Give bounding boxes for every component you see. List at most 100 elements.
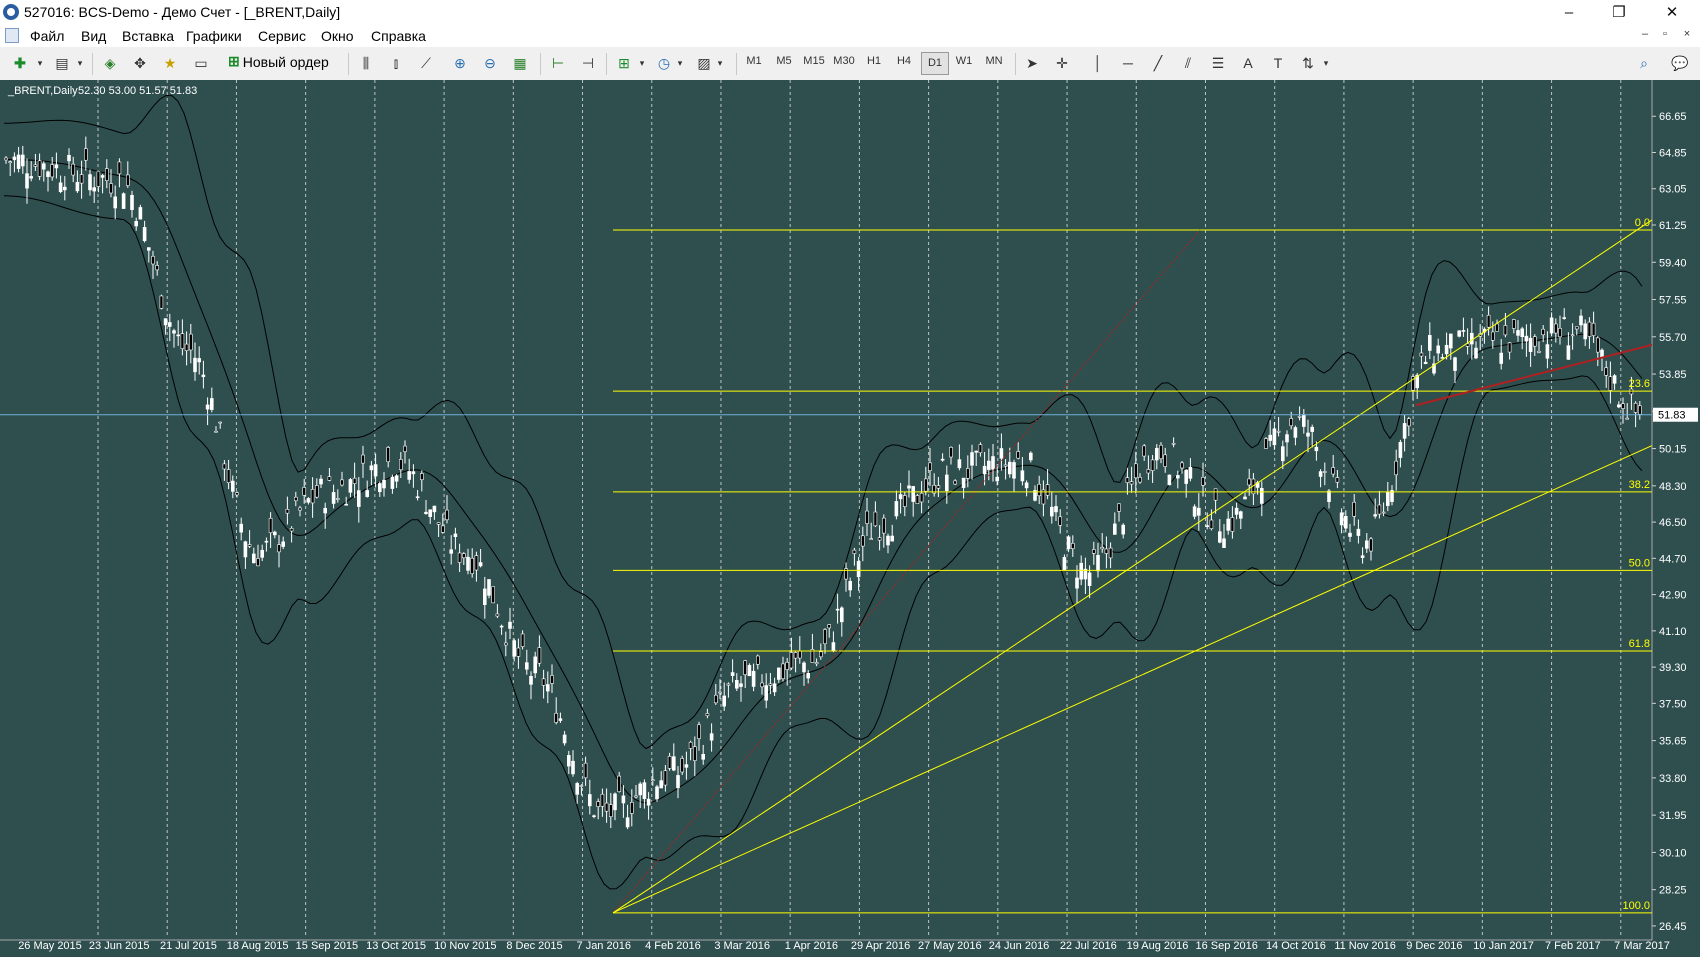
equidistant-channel-icon[interactable]: ⫽	[1176, 52, 1200, 74]
candle-body	[226, 469, 231, 483]
fibonacci-icon[interactable]: ☰	[1206, 52, 1230, 74]
candle-body	[71, 163, 75, 176]
menu-help[interactable]: Справка	[371, 28, 426, 44]
dropdown-arrow-icon[interactable]: ▾	[708, 52, 732, 74]
timeframe-d1[interactable]: D1	[921, 52, 949, 75]
timeframe-h1[interactable]: H1	[861, 55, 887, 67]
mdi-restore-button[interactable]: ▫	[1656, 28, 1674, 40]
menu-window[interactable]: Окно	[321, 28, 354, 44]
candle-body	[508, 621, 512, 629]
zoom-in-icon[interactable]: ⊕	[448, 52, 472, 74]
menu-view[interactable]: Вид	[81, 28, 106, 44]
candle-body	[1239, 511, 1243, 519]
chart-window-icon[interactable]	[5, 28, 19, 43]
candle-body	[403, 445, 407, 452]
timeframe-m15[interactable]: M15	[801, 55, 827, 67]
zoom-out-icon[interactable]: ⊖	[478, 52, 502, 74]
time-axis-label: 24 Jun 2016	[989, 940, 1050, 952]
navigator-icon[interactable]: ★	[158, 52, 182, 74]
dropdown-arrow-icon[interactable]: ▾	[28, 52, 52, 74]
auto-scroll-icon[interactable]: ⊢	[546, 52, 570, 74]
candle-body	[1188, 466, 1193, 479]
dropdown-arrow-icon[interactable]: ▾	[668, 52, 692, 74]
text-icon[interactable]: A	[1236, 52, 1260, 74]
timeframe-mn[interactable]: MN	[981, 55, 1007, 67]
text-label-icon[interactable]: T	[1266, 52, 1290, 74]
timeframe-m30[interactable]: M30	[831, 55, 857, 67]
candle-body	[1108, 547, 1113, 559]
restore-button[interactable]: ❐	[1595, 0, 1643, 25]
candle-body	[88, 174, 92, 191]
candle-body	[1192, 506, 1197, 517]
candle-body	[1037, 483, 1041, 497]
line-chart-icon[interactable]: ⟋	[414, 52, 438, 74]
candle-body	[629, 802, 634, 814]
menu-insert[interactable]: Вставка	[122, 28, 174, 44]
dropdown-arrow-icon[interactable]: ▾	[1314, 52, 1338, 74]
market-watch-icon[interactable]: ◈	[98, 52, 122, 74]
candle-body	[604, 802, 609, 812]
candle-body	[953, 480, 958, 485]
close-button[interactable]: ✕	[1648, 0, 1696, 25]
timeframe-m1[interactable]: M1	[741, 55, 767, 67]
price-axis-label: 37.50	[1659, 698, 1687, 710]
time-axis-label: 29 Apr 2016	[851, 940, 910, 952]
new-order-button[interactable]: ⊞ Новый ордер	[228, 53, 329, 70]
candle-body	[1171, 442, 1176, 445]
cursor-icon[interactable]: ➤	[1020, 52, 1044, 74]
candle-body	[789, 652, 794, 669]
candle-body	[491, 586, 496, 604]
candle-body	[1226, 518, 1230, 531]
candle-body	[722, 695, 727, 707]
candle-body	[986, 460, 991, 470]
candle-body	[562, 734, 567, 744]
bar-chart-icon[interactable]: ⫼	[354, 52, 378, 74]
candle-body	[865, 510, 869, 524]
candle-body	[1537, 350, 1541, 353]
timeframe-m5[interactable]: M5	[771, 55, 797, 67]
menu-charts[interactable]: Графики	[186, 28, 242, 44]
candle-body	[436, 522, 441, 525]
horizontal-line-icon[interactable]: ─	[1116, 52, 1140, 74]
terminal-icon[interactable]: ▭	[189, 52, 213, 74]
candle-body	[541, 678, 546, 686]
candle-body	[772, 683, 777, 693]
candle-body	[1470, 332, 1474, 345]
candle-body	[1554, 323, 1558, 334]
candle-body	[1234, 507, 1239, 515]
candle-body	[1285, 434, 1289, 443]
search-icon[interactable]: ⌕	[1632, 52, 1656, 74]
candle-body	[701, 753, 706, 760]
trendline-icon[interactable]: ╱	[1146, 52, 1170, 74]
candle-body	[873, 511, 878, 527]
menu-tools[interactable]: Сервис	[258, 28, 306, 44]
candle-body	[965, 468, 970, 479]
candle-body	[608, 804, 613, 818]
vertical-line-icon[interactable]: │	[1086, 52, 1110, 74]
candle-body	[134, 221, 138, 227]
candle-body	[369, 465, 374, 471]
mdi-close-button[interactable]: ×	[1678, 28, 1696, 40]
chat-icon[interactable]: 💬	[1668, 52, 1692, 74]
mdi-minimize-button[interactable]: –	[1636, 28, 1654, 40]
chart-shift-icon[interactable]: ⊣	[576, 52, 600, 74]
candlestick-chart-icon[interactable]: ⫾	[384, 52, 408, 74]
candle-body	[991, 456, 995, 470]
timeframe-h4[interactable]: H4	[891, 55, 917, 67]
minimize-button[interactable]: –	[1545, 0, 1593, 25]
dropdown-arrow-icon[interactable]: ▾	[68, 52, 92, 74]
menu-file[interactable]: Файл	[30, 28, 64, 44]
candle-body	[1264, 438, 1268, 449]
candle-body	[1167, 474, 1172, 486]
crosshair-navigator-icon[interactable]: ✥	[128, 52, 152, 74]
candle-body	[982, 465, 987, 475]
timeframe-w1[interactable]: W1	[951, 55, 977, 67]
candle-body	[92, 187, 96, 192]
crosshair-icon[interactable]: ✛	[1050, 52, 1074, 74]
candle-body	[944, 474, 949, 492]
candle-body	[1146, 469, 1151, 474]
price-chart[interactable]: 26 May 2015 23 Jun 2015 21 Jul 2015 18 Aug …	[0, 80, 1700, 957]
candle-body	[314, 485, 319, 498]
dropdown-arrow-icon[interactable]: ▾	[630, 52, 654, 74]
tile-windows-icon[interactable]: ▦	[508, 52, 532, 74]
